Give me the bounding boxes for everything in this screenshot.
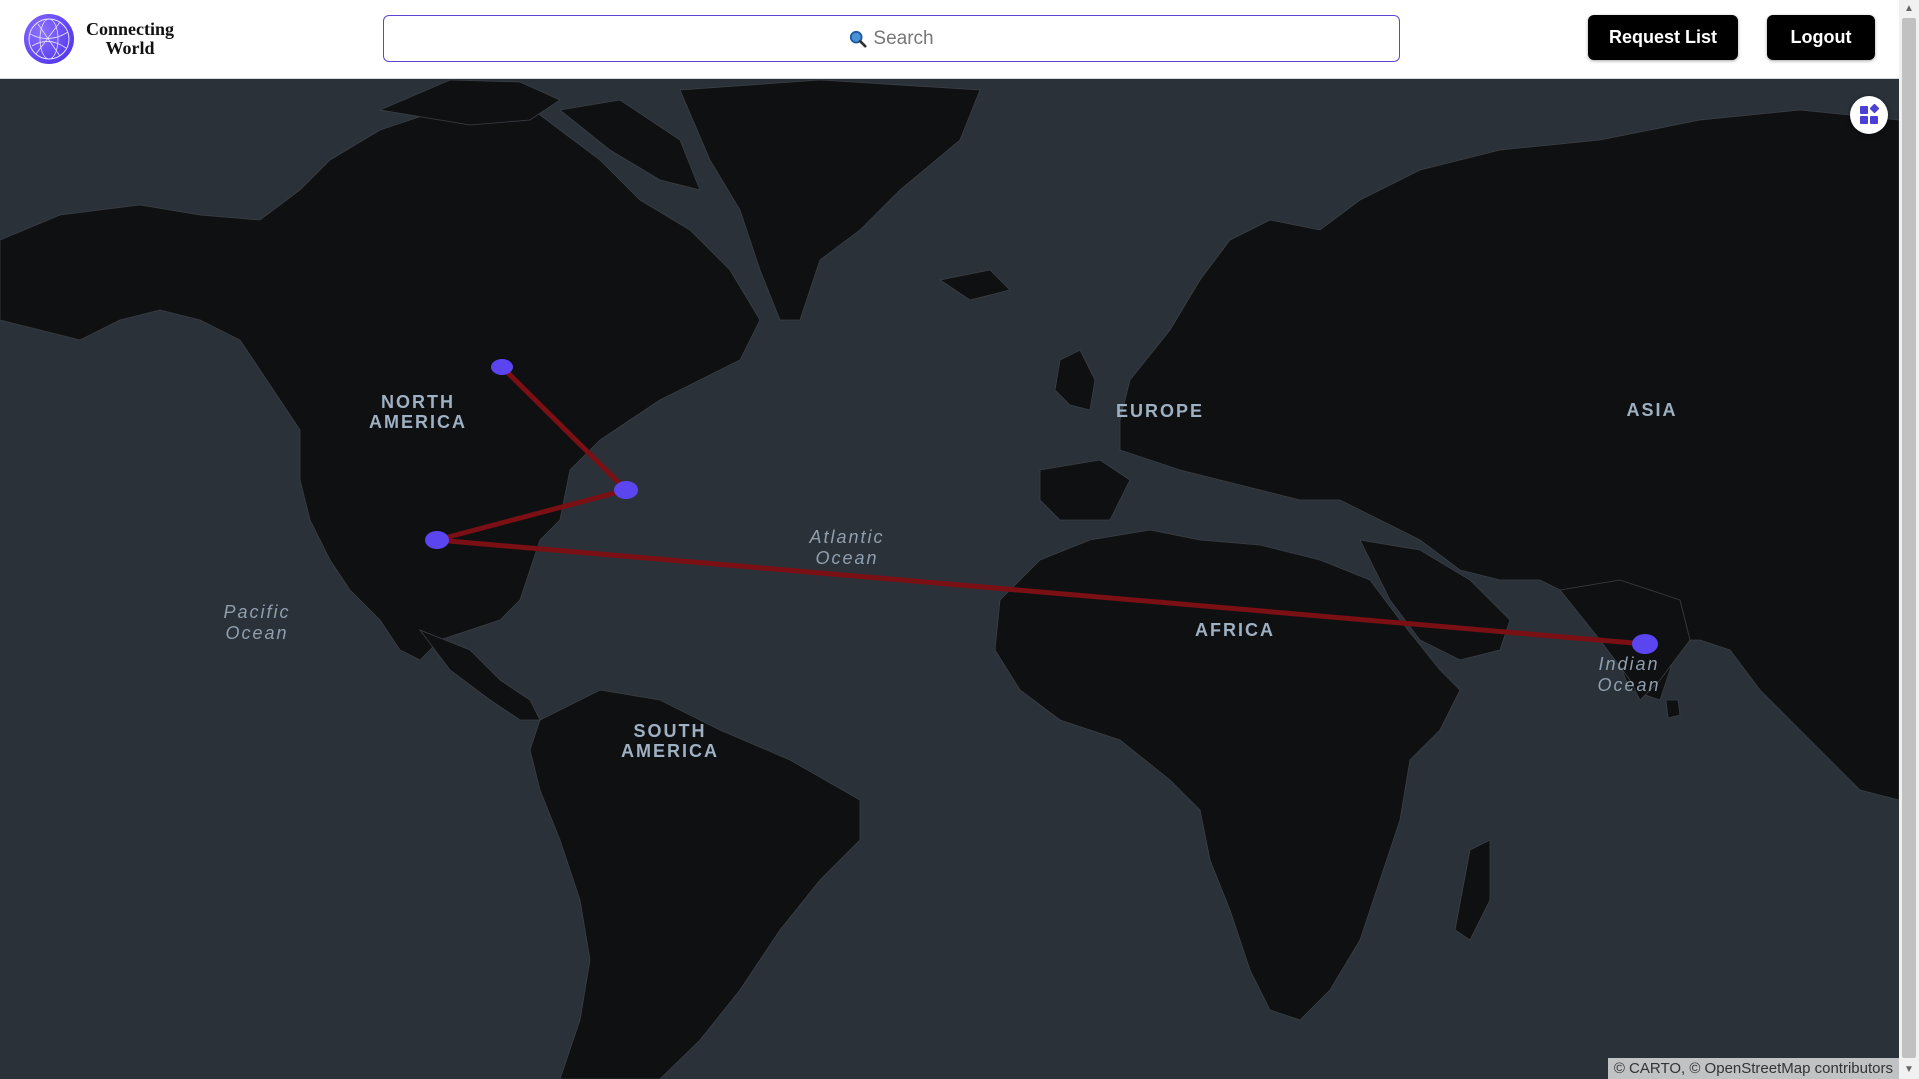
label-south-america: SOUTH AMERICA bbox=[610, 721, 730, 761]
layers-button[interactable] bbox=[1850, 96, 1888, 134]
label-africa: AFRICA bbox=[1195, 620, 1275, 640]
map-marker bbox=[1632, 634, 1658, 654]
brand-line-1: Connecting bbox=[85, 19, 174, 39]
map-marker bbox=[614, 481, 638, 499]
layers-icon bbox=[1860, 104, 1880, 124]
brand-line-2: World bbox=[105, 38, 155, 58]
land-iberia bbox=[1039, 459, 1131, 521]
request-list-button[interactable]: Request List bbox=[1588, 15, 1738, 60]
brand-name: Connecting World bbox=[80, 20, 180, 58]
page-scrollbar[interactable]: ▲ ▼ bbox=[1899, 0, 1919, 1079]
globe-logo-icon[interactable] bbox=[24, 14, 74, 64]
label-north-america-line2: AMERICA bbox=[369, 412, 467, 432]
app-root: Connecting World Search Request List Log… bbox=[0, 0, 1919, 1079]
land-central-america bbox=[418, 629, 541, 721]
label-europe: EUROPE bbox=[1115, 401, 1205, 421]
label-atlantic-ocean: Atlantic Ocean bbox=[797, 527, 897, 569]
label-indian-line1: Indian bbox=[1598, 654, 1660, 674]
label-atlantic-line1: Atlantic bbox=[809, 527, 885, 547]
label-indian-ocean: Indian Ocean bbox=[1579, 654, 1679, 696]
label-atlantic-line2: Ocean bbox=[815, 548, 879, 568]
land-africa bbox=[994, 529, 1461, 1021]
label-indian-line2: Ocean bbox=[1597, 675, 1661, 695]
logout-button[interactable]: Logout bbox=[1767, 15, 1875, 60]
map-attribution[interactable]: © CARTO, © OpenStreetMap contributors bbox=[1607, 1058, 1899, 1079]
label-north-america-line1: NORTH bbox=[381, 392, 455, 412]
scroll-down-arrow-icon[interactable]: ▼ bbox=[1899, 1061, 1919, 1079]
search-input[interactable]: Search bbox=[383, 15, 1400, 62]
label-north-america: NORTH AMERICA bbox=[368, 392, 468, 432]
map-canvas[interactable] bbox=[0, 79, 1899, 1079]
search-icon bbox=[850, 30, 867, 48]
label-pacific-line1: Pacific bbox=[223, 602, 291, 622]
label-south-america-line2: AMERICA bbox=[621, 741, 719, 761]
map-marker bbox=[425, 531, 449, 549]
land-sri-lanka bbox=[1665, 699, 1681, 719]
label-asia: ASIA bbox=[1626, 400, 1678, 420]
land-canadian-islands bbox=[378, 79, 561, 126]
top-navbar: Connecting World Search Request List Log… bbox=[0, 0, 1899, 79]
land-british-isles bbox=[1054, 349, 1096, 411]
map-marker bbox=[491, 359, 513, 375]
label-south-america-line1: SOUTH bbox=[633, 721, 707, 741]
world-map[interactable]: NORTH AMERICA EUROPE ASIA AFRICA SOUTH A… bbox=[0, 79, 1899, 1079]
label-pacific-ocean: Pacific Ocean bbox=[207, 602, 307, 644]
scroll-up-arrow-icon[interactable]: ▲ bbox=[1899, 0, 1919, 18]
land-iceland bbox=[938, 269, 1011, 301]
search-placeholder: Search bbox=[873, 27, 934, 49]
land-madagascar bbox=[1454, 839, 1491, 941]
scroll-thumb[interactable] bbox=[1902, 18, 1916, 1058]
land-north-america bbox=[0, 99, 761, 661]
label-pacific-line2: Ocean bbox=[225, 623, 289, 643]
